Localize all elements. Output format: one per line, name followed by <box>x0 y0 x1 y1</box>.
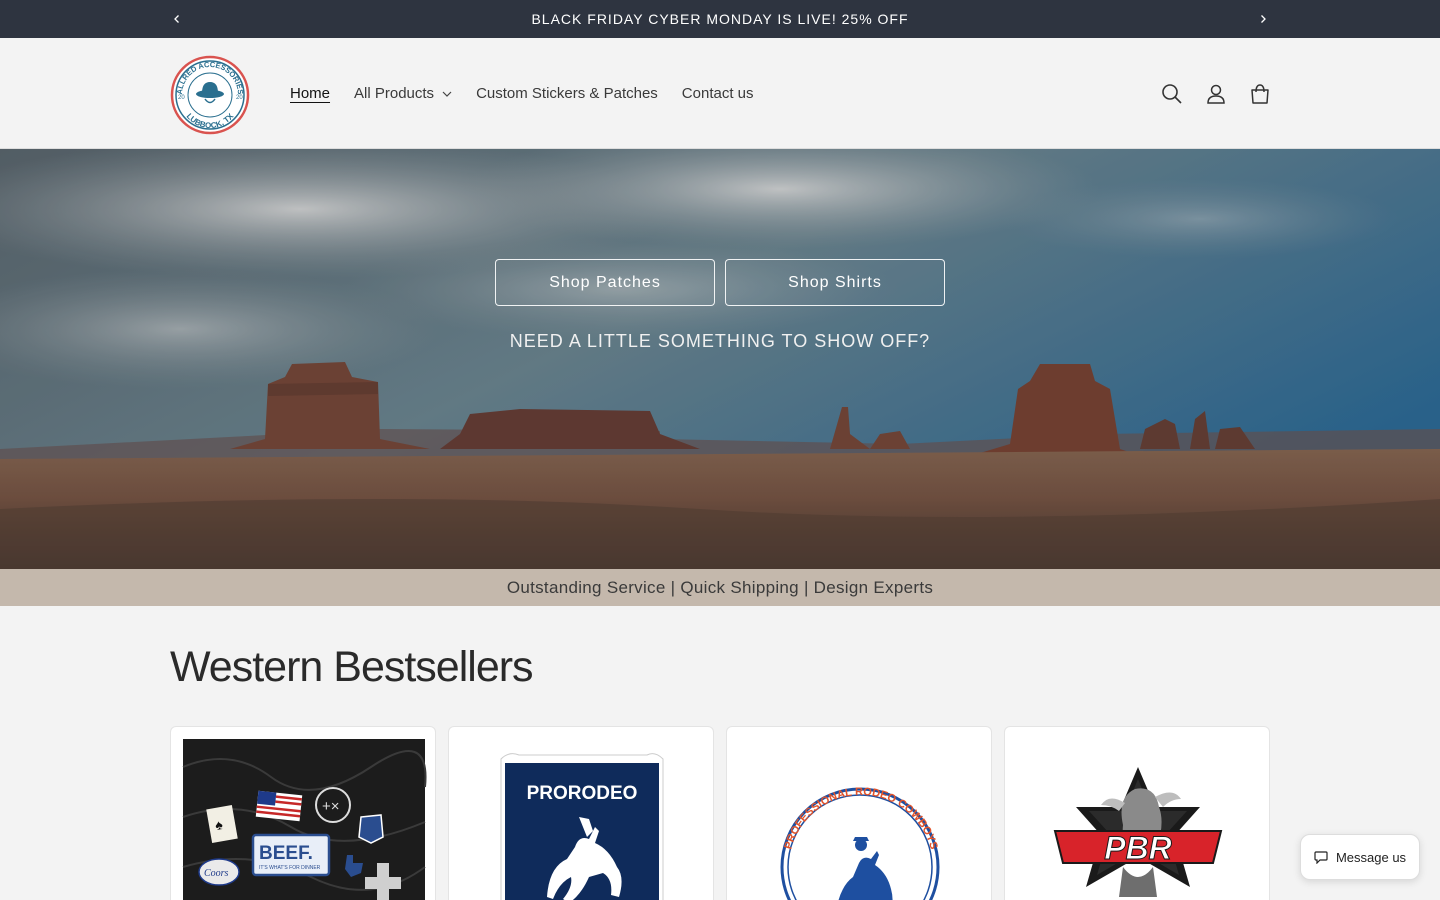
svg-text:+×: +× <box>322 798 340 815</box>
chevron-down-icon <box>442 91 452 97</box>
cart-icon[interactable] <box>1248 82 1272 106</box>
professional-rodeo-cowboys-image: PROFESSIONAL RODEO COWBOYS <box>780 786 940 900</box>
product-card[interactable]: PBR <box>1004 726 1270 900</box>
pbr-logo-image: PBR <box>1053 767 1223 897</box>
nav-item-custom-stickers[interactable]: Custom Stickers & Patches <box>464 85 670 102</box>
shop-shirts-button[interactable]: Shop Shirts <box>725 259 945 306</box>
account-icon[interactable] <box>1204 82 1228 106</box>
store-logo[interactable]: ALLRED ACCESSORIES LUBBOCK, TX 20 20 <box>170 54 250 136</box>
product-card[interactable]: PROFESSIONAL RODEO COWBOYS <box>726 726 992 900</box>
site-header: ALLRED ACCESSORIES LUBBOCK, TX 20 20 Hom… <box>0 38 1440 149</box>
hero-buttons: Shop Patches Shop Shirts <box>0 259 1440 306</box>
chat-label: Message us <box>1335 849 1407 865</box>
search-icon[interactable] <box>1160 82 1184 106</box>
section-title: Western Bestsellers <box>170 643 534 691</box>
prorodeo-badge-image: PRORODEO <box>500 753 664 900</box>
chevron-right-icon[interactable] <box>1253 9 1273 29</box>
beef-patch-tagline: IT'S WHAT'S FOR DINNER <box>259 865 321 871</box>
prorodeo-text: PRORODEO <box>527 783 638 804</box>
nav-item-home[interactable]: Home <box>278 85 342 102</box>
tagline-bar: Outstanding Service | Quick Shipping | D… <box>0 569 1440 606</box>
nav-item-label: All Products <box>354 85 435 102</box>
announcement-text[interactable]: BLACK FRIDAY CYBER MONDAY IS LIVE! 25% O… <box>531 11 908 27</box>
tagline-text: Outstanding Service | Quick Shipping | D… <box>506 577 934 597</box>
logo-year-left: 20 <box>178 95 185 101</box>
chat-bubble-icon <box>1314 851 1328 864</box>
product-card[interactable]: PRORODEO <box>448 726 714 900</box>
header-icons <box>1160 38 1272 149</box>
nav-item-all-products[interactable]: All Products <box>342 85 464 102</box>
product-grid: ♠ +× BEEF. IT'S WHAT'S FOR DINNER Coors <box>170 726 1270 900</box>
hero-banner: Shop Patches Shop Shirts NEED A LITTLE S… <box>0 149 1440 569</box>
logo-year-right: 20 <box>236 95 243 101</box>
desert-landscape-image <box>0 149 1440 569</box>
main-nav: Home All Products Custom Stickers & Patc… <box>278 38 766 149</box>
hero-subtitle: NEED A LITTLE SOMETHING TO SHOW OFF? <box>509 331 931 351</box>
patch-collection-image: ♠ +× BEEF. IT'S WHAT'S FOR DINNER Coors <box>182 739 427 900</box>
shop-patches-button[interactable]: Shop Patches <box>495 259 715 306</box>
coors-patch-text: Coors <box>204 868 229 879</box>
beef-patch-text: BEEF. <box>259 843 313 864</box>
product-card[interactable]: ♠ +× BEEF. IT'S WHAT'S FOR DINNER Coors <box>170 726 436 900</box>
chevron-left-icon[interactable] <box>167 9 187 29</box>
nav-item-contact[interactable]: Contact us <box>670 85 766 102</box>
message-us-button[interactable]: Message us <box>1300 834 1420 880</box>
pbr-text: PBR <box>1104 830 1172 866</box>
announcement-bar: BLACK FRIDAY CYBER MONDAY IS LIVE! 25% O… <box>0 0 1440 38</box>
